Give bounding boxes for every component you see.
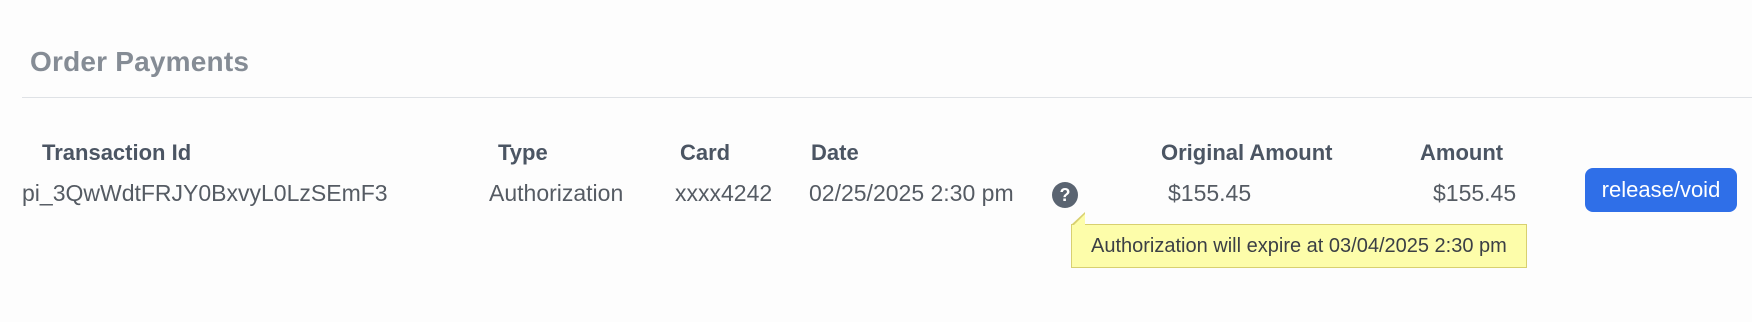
column-header-transaction-id: Transaction Id — [42, 140, 192, 165]
card-cell: xxxx4242 — [675, 180, 773, 206]
question-circle-icon[interactable]: ? — [1052, 182, 1078, 208]
column-header-amount: Amount — [1420, 140, 1504, 165]
column-header-type: Type — [498, 140, 548, 165]
amount-cell: $155.45 — [1433, 180, 1517, 206]
column-header-original-amount: Original Amount — [1161, 140, 1333, 165]
original-amount-cell: $155.45 — [1168, 180, 1252, 206]
section-title: Order Payments — [30, 46, 250, 77]
tooltip-arrow-fill — [1073, 214, 1085, 226]
section-divider — [22, 97, 1752, 98]
date-cell: 02/25/2025 2:30 pm — [809, 180, 1014, 206]
type-cell: Authorization — [489, 180, 624, 206]
authorization-expiry-tooltip: Authorization will expire at 03/04/2025 … — [1071, 212, 1527, 268]
column-header-card: Card — [680, 140, 731, 165]
release-void-button[interactable]: release/void — [1585, 168, 1737, 212]
order-payments-panel: Order Payments Transaction Id Type Card … — [0, 0, 1752, 322]
tooltip-text: Authorization will expire at 03/04/2025 … — [1091, 234, 1507, 257]
transaction-id-cell: pi_3QwWdtFRJY0BxvyL0LzSEmF3 — [22, 180, 388, 206]
table-row: pi_3QwWdtFRJY0BxvyL0LzSEmF3 Authorizatio… — [0, 166, 1752, 216]
column-header-date: Date — [811, 140, 859, 165]
